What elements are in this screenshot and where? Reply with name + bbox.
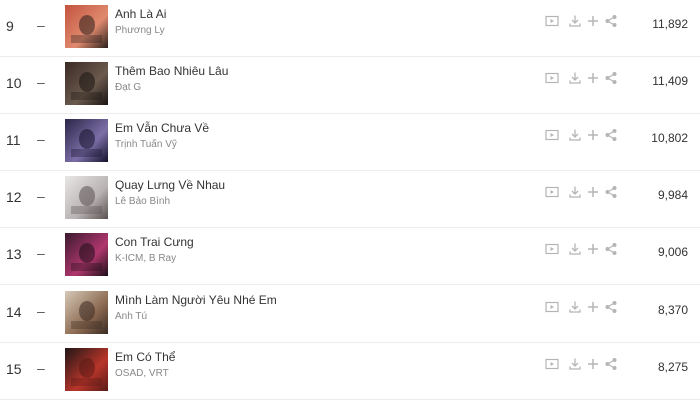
song-row[interactable]: 9 – Anh Là Ai Phương Ly 11,892 (0, 0, 700, 57)
rank-change: – (37, 360, 45, 376)
mv-icon[interactable] (545, 128, 559, 142)
rank-change: – (37, 245, 45, 261)
rank-number: 13 (6, 246, 22, 262)
view-count: 10,802 (651, 131, 688, 145)
album-cover[interactable] (65, 348, 108, 391)
song-title[interactable]: Em Vẫn Chưa Về (115, 121, 209, 135)
song-row[interactable]: 15 – Em Có Thể OSAD, VRT 8,275 (0, 343, 700, 400)
rank-change: – (37, 17, 45, 33)
song-row[interactable]: 10 – Thêm Bao Nhiêu Lâu Đạt G 11,409 (0, 57, 700, 114)
view-count: 8,275 (657, 360, 688, 374)
mv-icon[interactable] (545, 357, 559, 371)
add-icon[interactable] (586, 128, 600, 142)
album-cover[interactable] (65, 291, 108, 334)
rank-number: 15 (6, 361, 22, 377)
song-row[interactable]: 12 – Quay Lưng Về Nhau Lê Bảo Bình 9,984 (0, 171, 700, 228)
mv-icon[interactable] (545, 71, 559, 85)
share-icon[interactable] (604, 14, 618, 28)
mv-icon[interactable] (545, 185, 559, 199)
song-artist[interactable]: Đạt G (115, 82, 141, 93)
song-artist[interactable]: OSAD, VRT (115, 368, 169, 379)
song-row[interactable]: 14 – Mình Làm Người Yêu Nhé Em Anh Tú 8,… (0, 286, 700, 343)
download-icon[interactable] (568, 128, 582, 142)
add-icon[interactable] (586, 71, 600, 85)
share-icon[interactable] (604, 242, 618, 256)
add-icon[interactable] (586, 242, 600, 256)
mv-icon[interactable] (545, 242, 559, 256)
rank-number: 10 (6, 75, 22, 91)
share-icon[interactable] (604, 128, 618, 142)
view-count: 8,370 (657, 303, 688, 317)
song-row[interactable]: 11 – Em Vẫn Chưa Về Trịnh Tuấn Vỹ 10,802 (0, 114, 700, 171)
album-cover[interactable] (65, 62, 108, 105)
album-cover[interactable] (65, 233, 108, 276)
view-count: 9,006 (657, 245, 688, 259)
song-artist[interactable]: Trịnh Tuấn Vỹ (115, 139, 177, 150)
album-cover[interactable] (65, 176, 108, 219)
download-icon[interactable] (568, 71, 582, 85)
view-count: 9,984 (657, 188, 688, 202)
rank-number: 14 (6, 304, 22, 320)
mv-icon[interactable] (545, 14, 559, 28)
view-count: 11,409 (652, 74, 688, 88)
song-title[interactable]: Con Trai Cưng (115, 235, 194, 249)
rank-change: – (37, 74, 45, 90)
share-icon[interactable] (604, 71, 618, 85)
song-row[interactable]: 13 – Con Trai Cưng K-ICM, B Ray 9,006 (0, 228, 700, 285)
download-icon[interactable] (568, 242, 582, 256)
view-count: 11,892 (652, 17, 688, 31)
rank-change: – (37, 131, 45, 147)
rank-number: 9 (6, 18, 14, 34)
rank-change: – (37, 303, 45, 319)
add-icon[interactable] (586, 300, 600, 314)
song-artist[interactable]: Anh Tú (115, 311, 147, 322)
mv-icon[interactable] (545, 300, 559, 314)
song-title[interactable]: Anh Là Ai (115, 7, 166, 21)
download-icon[interactable] (568, 300, 582, 314)
album-cover[interactable] (65, 5, 108, 48)
add-icon[interactable] (586, 185, 600, 199)
rank-change: – (37, 188, 45, 204)
song-artist[interactable]: Lê Bảo Bình (115, 196, 170, 207)
song-artist[interactable]: Phương Ly (115, 25, 165, 36)
album-cover[interactable] (65, 119, 108, 162)
share-icon[interactable] (604, 300, 618, 314)
rank-number: 11 (6, 132, 21, 148)
song-chart-list: 9 – Anh Là Ai Phương Ly 11,892 10 – Thêm… (0, 0, 700, 400)
share-icon[interactable] (604, 357, 618, 371)
download-icon[interactable] (568, 357, 582, 371)
rank-number: 12 (6, 189, 22, 205)
song-title[interactable]: Quay Lưng Về Nhau (115, 178, 225, 192)
download-icon[interactable] (568, 185, 582, 199)
song-title[interactable]: Thêm Bao Nhiêu Lâu (115, 64, 228, 78)
song-artist[interactable]: K-ICM, B Ray (115, 253, 176, 264)
share-icon[interactable] (604, 185, 618, 199)
song-title[interactable]: Mình Làm Người Yêu Nhé Em (115, 293, 277, 307)
add-icon[interactable] (586, 14, 600, 28)
add-icon[interactable] (586, 357, 600, 371)
song-title[interactable]: Em Có Thể (115, 350, 175, 364)
download-icon[interactable] (568, 14, 582, 28)
